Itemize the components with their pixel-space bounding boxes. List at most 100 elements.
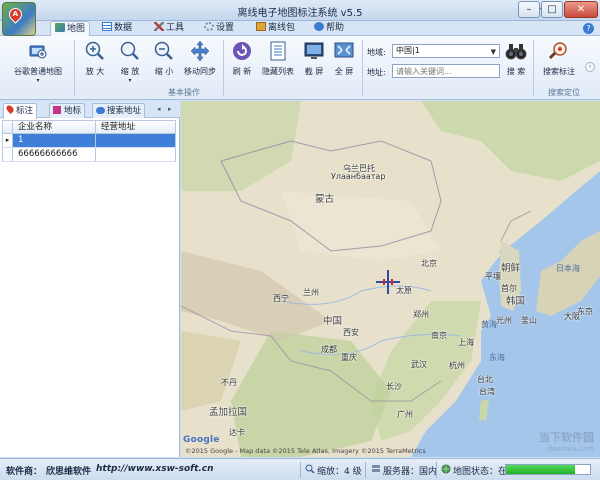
search-label: 搜 索	[506, 67, 526, 76]
tab-settings[interactable]: 设置	[200, 21, 238, 36]
software-name: 欣思维软件	[46, 467, 92, 477]
fullscreen-button[interactable]: 全 屏	[331, 40, 357, 77]
google-logo: Google	[183, 435, 220, 445]
table-icon	[102, 22, 112, 31]
close-button[interactable]: ✕	[564, 1, 598, 18]
region-select[interactable]: 中国|1 ▼	[392, 44, 500, 58]
marker-table: 企业名称 经营地址 ▸ 1 66666666666	[2, 120, 176, 162]
panel-next-button[interactable]: ▸	[168, 105, 172, 113]
zoom-out-button[interactable]: 缩 小	[151, 40, 177, 77]
map-label: 北京	[421, 259, 437, 268]
zoom-in-icon	[84, 40, 106, 62]
map-pin-icon	[6, 5, 25, 24]
group-basic-label: 基本操作	[168, 88, 200, 97]
loading-progress-bar	[505, 464, 591, 475]
speech-bubble-icon	[96, 107, 105, 114]
tab-tools[interactable]: 工具	[150, 21, 188, 36]
divider	[300, 462, 301, 478]
screenshot-icon	[303, 40, 325, 62]
globe-icon	[441, 464, 451, 474]
column-header-address[interactable]: 经营地址	[96, 121, 175, 133]
help-question-icon[interactable]: ?	[583, 23, 594, 34]
search-marker-label: 搜索标注	[543, 67, 575, 76]
screenshot-label: 截 屏	[304, 67, 324, 76]
chevron-down-icon: ▼	[490, 48, 496, 56]
map-label: 重庆	[341, 353, 357, 362]
map-label: 釜山	[521, 316, 537, 325]
divider	[436, 462, 437, 478]
watermark-main: 当下软件园	[539, 431, 594, 444]
address-input[interactable]	[392, 64, 500, 78]
map-tab-icon	[55, 23, 65, 32]
tab-data[interactable]: 数据	[98, 21, 136, 36]
zoom-icon	[119, 40, 141, 62]
move-sync-label: 移动同步	[184, 67, 216, 76]
move-sync-button[interactable]: 移动同步	[182, 40, 218, 77]
maximize-button[interactable]: □	[541, 1, 563, 18]
server-icon	[371, 464, 381, 474]
divider	[533, 40, 534, 96]
refresh-button[interactable]: 刷 新	[229, 40, 255, 77]
chevron-down-icon: ▾	[128, 77, 132, 84]
map-label: 韩国	[506, 296, 526, 307]
map-source-label: 谷歌普通地图	[14, 67, 62, 76]
tab-landmarks[interactable]: 地标	[49, 103, 86, 118]
table-cell[interactable]	[96, 134, 175, 147]
hide-list-button[interactable]: 隐藏列表	[259, 40, 297, 77]
minimize-button[interactable]: –	[518, 1, 540, 18]
watermark-sub: downxia.com	[547, 445, 594, 453]
package-icon	[256, 22, 266, 31]
divider	[223, 40, 224, 96]
hide-list-label: 隐藏列表	[262, 67, 294, 76]
crosshair-center-icon	[383, 279, 393, 285]
map-label: 成都	[321, 345, 337, 354]
map-source-button[interactable]: 谷歌普通地图 ▾	[8, 40, 68, 84]
divider	[365, 462, 366, 478]
refresh-icon	[231, 40, 253, 62]
tab-search-address[interactable]: 搜索地址	[92, 103, 146, 118]
map-label: 上海	[458, 338, 474, 347]
divider	[74, 40, 75, 96]
table-cell[interactable]	[96, 148, 175, 161]
table-cell[interactable]: 66666666666	[13, 148, 96, 161]
vendor-link[interactable]: http://www.xsw-soft.cn	[96, 464, 214, 474]
tab-map[interactable]: 地图	[50, 21, 91, 37]
zoom-in-button[interactable]: 放 大	[82, 40, 108, 77]
refresh-label: 刷 新	[232, 67, 252, 76]
map-label: 黄海	[481, 320, 497, 329]
progress-fill	[506, 465, 575, 474]
map-label: 台湾	[479, 387, 495, 396]
search-button[interactable]: 搜 索	[503, 40, 529, 77]
row-indicator-icon: ▸	[3, 134, 13, 147]
region-label: 地域:	[367, 48, 386, 57]
fullscreen-label: 全 屏	[334, 67, 354, 76]
help-icon	[314, 22, 324, 31]
table-row[interactable]: 66666666666	[2, 148, 176, 162]
app-logo-icon[interactable]	[2, 2, 36, 36]
move-sync-icon	[189, 40, 211, 62]
tab-markers[interactable]: 标注	[3, 103, 38, 119]
screenshot-button[interactable]: 截 屏	[301, 40, 327, 77]
map-label: 中国	[323, 316, 343, 327]
map-label: 长沙	[386, 382, 402, 391]
software-label: 软件商：	[6, 467, 43, 477]
search-marker-button[interactable]: 搜索标注	[538, 40, 580, 77]
search-marker-icon	[548, 40, 570, 62]
status-bar: 软件商： 欣思维软件 http://www.xsw-soft.cn 缩放：4 级…	[0, 458, 600, 480]
panel-tab-bar: 标注 地标 搜索地址 ◂ ▸	[0, 101, 180, 119]
panel-prev-button[interactable]: ◂	[157, 105, 161, 113]
column-header-company[interactable]: 企业名称	[13, 121, 96, 133]
map-label: Улаанбаатар	[331, 172, 386, 181]
server-text: 服务器：国内	[383, 467, 438, 477]
ribbon-scroll-right-button[interactable]: ›	[585, 62, 595, 72]
divider	[362, 40, 363, 96]
map-label: 台北	[477, 375, 493, 384]
table-cell[interactable]: 1	[13, 134, 96, 147]
tab-offline-package[interactable]: 离线包	[252, 21, 299, 36]
binoculars-icon	[505, 40, 527, 62]
tab-help[interactable]: 帮助	[310, 21, 348, 36]
table-row[interactable]: ▸ 1	[2, 134, 176, 148]
ribbon-toolbar: 谷歌普通地图 ▾ 放 大 缩 放 ▾ 缩 小 移动同步 刷 新 隐藏列表 截 屏…	[0, 36, 600, 100]
zoom-button[interactable]: 缩 放 ▾	[115, 40, 145, 84]
marker-list-panel: 标注 地标 搜索地址 ◂ ▸ 企业名称 经营地址 ▸ 1 66666666666	[0, 101, 180, 457]
